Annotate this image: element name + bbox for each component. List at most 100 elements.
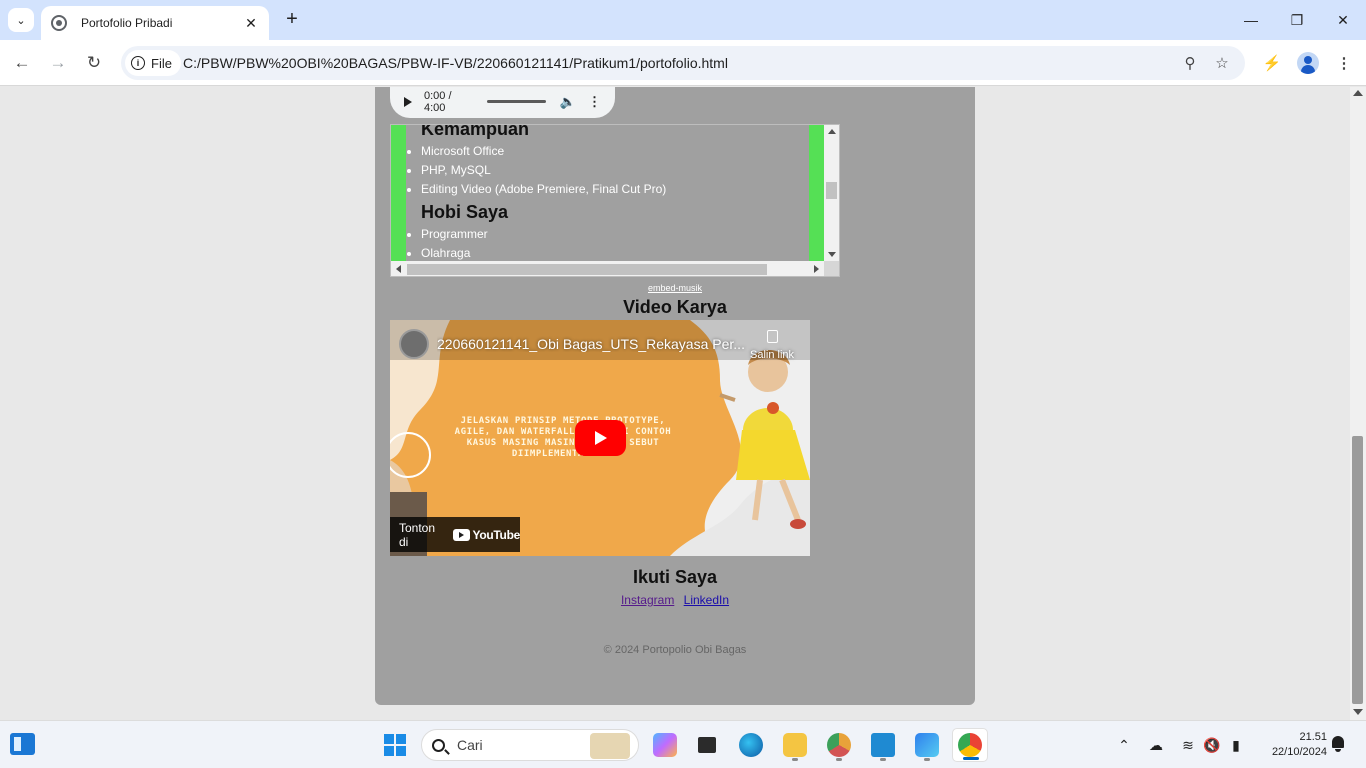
search-icon — [432, 738, 445, 752]
skills-heading: Kemampuan — [421, 125, 530, 139]
widgets-icon[interactable] — [10, 733, 35, 755]
tab-active[interactable]: Portofolio Pribadi ✕ — [41, 6, 269, 40]
accent-bar-left — [391, 125, 406, 261]
list-item: Olahraga — [421, 244, 809, 261]
wifi-icon[interactable]: ≋ — [1178, 735, 1198, 755]
embed-musik-link[interactable]: embed-musik — [375, 283, 975, 293]
embedded-frame[interactable]: Kemampuan Microsoft Office PHP, MySQL Ed… — [390, 124, 840, 277]
skills-list: Microsoft Office PHP, MySQL Editing Vide… — [406, 142, 809, 199]
close-icon[interactable]: ✕ — [243, 15, 259, 32]
scroll-right-icon[interactable] — [814, 265, 819, 273]
windows-taskbar: Cari ⌃ ☁ ≋ 🔇 ▮ 21.51 22/10/2024 — [0, 720, 1366, 768]
favicon-icon — [51, 15, 67, 31]
onedrive-icon[interactable]: ☁ — [1146, 735, 1166, 755]
bookmark-star-icon[interactable]: ☆ — [1213, 54, 1231, 72]
social-links: Instagram LinkedIn — [375, 593, 975, 607]
show-hidden-icons-icon[interactable]: ⌃ — [1115, 735, 1133, 755]
site-info-chip[interactable]: i File — [125, 50, 181, 76]
start-icon[interactable] — [384, 734, 406, 756]
youtube-embed[interactable]: 220660121141_Obi Bagas_UTS_Rekayasa Per.… — [390, 320, 810, 556]
skills-section: Kemampuan Microsoft Office PHP, MySQL Ed… — [406, 125, 809, 261]
frame-horizontal-scrollbar[interactable] — [391, 261, 824, 276]
scroll-thumb[interactable] — [407, 264, 767, 275]
scroll-up-icon[interactable] — [1353, 90, 1363, 96]
audio-progress-slider[interactable] — [486, 100, 546, 103]
video-section-title: Video Karya — [623, 297, 727, 317]
page-vertical-scrollbar[interactable] — [1350, 87, 1366, 720]
search-highlight-image — [590, 733, 630, 759]
instagram-link[interactable]: Instagram — [621, 593, 674, 607]
address-bar[interactable]: i File C:/PBW/PBW%20OBI%20BAGAS/PBW-IF-V… — [121, 46, 1245, 80]
scroll-thumb[interactable] — [1352, 436, 1363, 704]
url-text[interactable]: C:/PBW/PBW%20OBI%20BAGAS/PBW-IF-VB/22066… — [183, 55, 728, 71]
browser-toolbar: ← → ↻ i File C:/PBW/PBW%20OBI%20BAGAS/PB… — [0, 40, 1366, 86]
list-item: Editing Video (Adobe Premiere, Final Cut… — [421, 180, 809, 199]
linkedin-link[interactable]: LinkedIn — [684, 593, 729, 607]
hobby-heading: Hobi Saya — [421, 202, 509, 222]
list-item: Programmer — [421, 225, 809, 244]
scheme-label: File — [151, 55, 172, 71]
follow-section-title: Ikuti Saya — [632, 567, 718, 587]
taskbar-search[interactable]: Cari — [421, 729, 639, 761]
scroll-up-icon[interactable] — [828, 129, 836, 134]
back-icon[interactable]: ← — [10, 51, 34, 75]
snipping-tool-icon[interactable] — [909, 728, 945, 762]
system-clock[interactable]: 21.51 22/10/2024 — [1255, 730, 1327, 760]
window-close-icon[interactable]: ✕ — [1320, 0, 1366, 40]
youtube-play-icon — [452, 528, 470, 541]
channel-avatar[interactable] — [399, 329, 429, 359]
accent-bar-right — [809, 125, 824, 261]
volume-icon[interactable]: 🔈 — [560, 94, 576, 110]
performance-icon[interactable]: ⚡ — [1261, 52, 1283, 74]
search-placeholder: Cari — [457, 737, 483, 753]
list-item: Microsoft Office — [421, 142, 809, 161]
frame-vertical-scrollbar[interactable] — [824, 125, 839, 261]
page-footer: © 2024 Portopolio Obi Bagas — [603, 644, 747, 656]
page-viewport: 0:00 / 4:00 🔈 ⋮ Kemampuan Microsoft Offi… — [0, 87, 1350, 720]
more-menu-icon[interactable]: ⋮ — [1333, 52, 1355, 74]
watch-on-youtube-button[interactable]: Tonton di YouTube — [390, 517, 520, 552]
tab-title: Portofolio Pribadi — [81, 16, 173, 30]
video-title[interactable]: 220660121141_Obi Bagas_UTS_Rekayasa Per.… — [437, 336, 747, 352]
task-view-icon[interactable] — [689, 728, 725, 762]
portfolio-container: 0:00 / 4:00 🔈 ⋮ Kemampuan Microsoft Offi… — [375, 87, 975, 705]
scroll-down-icon[interactable] — [828, 252, 836, 257]
volume-muted-icon[interactable]: 🔇 — [1202, 735, 1222, 755]
play-icon[interactable] — [404, 96, 412, 107]
copy-icon — [766, 330, 778, 343]
info-icon: i — [131, 56, 145, 70]
edge-app-icon[interactable] — [733, 728, 769, 762]
profile-icon[interactable] — [1297, 52, 1319, 74]
zoom-icon[interactable]: ⚲ — [1181, 54, 1199, 72]
scroll-thumb[interactable] — [826, 182, 837, 199]
youtube-wordmark: YouTube — [472, 527, 521, 542]
watch-on-label: Tonton di — [399, 520, 436, 549]
vscode-app-icon[interactable] — [865, 728, 901, 762]
thumbnail-caption: JELASKAN PRINSIP METODE PROTOTYPE, AGILE… — [454, 416, 672, 459]
list-item: PHP, MySQL — [421, 161, 809, 180]
scroll-left-icon[interactable] — [396, 265, 401, 273]
clock-date: 22/10/2024 — [1271, 746, 1327, 758]
new-tab-icon[interactable]: + — [281, 8, 303, 32]
reload-icon[interactable]: ↻ — [82, 51, 106, 75]
hobby-list: Programmer Olahraga — [406, 225, 809, 261]
tab-search-button[interactable]: ⌄ — [8, 8, 34, 32]
embedded-frame-content: Kemampuan Microsoft Office PHP, MySQL Ed… — [391, 125, 824, 261]
battery-icon[interactable]: ▮ — [1226, 735, 1246, 755]
copilot-app-icon[interactable] — [647, 728, 683, 762]
chrome-app-icon[interactable] — [952, 728, 988, 762]
clock-time: 21.51 — [1299, 731, 1327, 743]
audio-player[interactable]: 0:00 / 4:00 🔈 ⋮ — [390, 87, 615, 118]
scroll-down-icon[interactable] — [1353, 709, 1363, 715]
restore-icon[interactable]: ❐ — [1274, 0, 1320, 40]
chrome-canary-icon[interactable] — [821, 728, 857, 762]
forward-icon[interactable]: → — [46, 51, 70, 75]
notification-bell-icon[interactable] — [1331, 736, 1345, 752]
video-play-button[interactable] — [575, 420, 626, 456]
audio-menu-icon[interactable]: ⋮ — [588, 94, 601, 110]
tab-strip: ⌄ Portofolio Pribadi ✕ + — ❐ ✕ — [0, 0, 1366, 40]
copy-link-button[interactable]: Salin link — [742, 330, 802, 361]
minimize-icon[interactable]: — — [1228, 0, 1274, 40]
file-explorer-icon[interactable] — [777, 728, 813, 762]
copy-link-label: Salin link — [749, 349, 795, 361]
